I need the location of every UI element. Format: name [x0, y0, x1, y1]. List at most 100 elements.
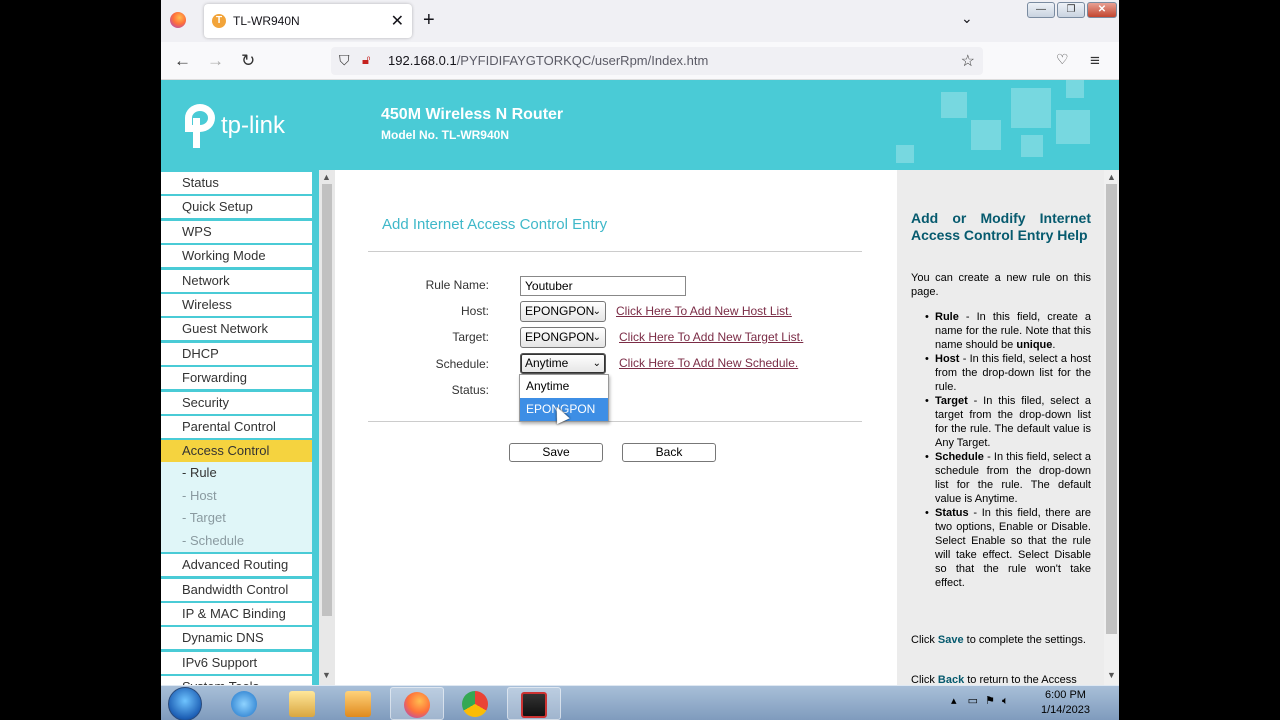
sidebar-menu: Status Quick Setup WPS Working Mode Netw…	[161, 170, 321, 685]
chevron-down-icon[interactable]: ⌄	[961, 10, 973, 27]
sidebar-subitem-schedule[interactable]: - Schedule	[161, 529, 312, 553]
scrollbar-thumb[interactable]	[322, 184, 332, 616]
status-label: Status:	[451, 383, 489, 397]
host-select[interactable]: EPONGPON ⌄	[520, 301, 606, 322]
help-item-status: Status - In this field, there are two op…	[925, 506, 1091, 590]
chevron-down-icon: ⌄	[592, 332, 601, 343]
help-list: Rule - In this field, create a name for …	[925, 310, 1091, 590]
flag-icon[interactable]: ⚑	[985, 695, 995, 707]
help-intro: You can create a new rule on this page.	[911, 272, 1091, 298]
scroll-up-icon[interactable]: ▲	[1107, 172, 1116, 182]
scrollbar-thumb[interactable]	[1106, 184, 1117, 634]
help-save-note: Click Save to complete the settings.	[911, 634, 1086, 646]
tplink-logo-icon	[183, 104, 217, 148]
forward-arrow-icon[interactable]: →	[207, 51, 224, 71]
sidebar-item-quick-setup[interactable]: Quick Setup	[161, 196, 312, 219]
insecure-lock-icon[interactable]: 🔓︎	[362, 52, 370, 68]
taskbar-media-player[interactable]	[332, 687, 386, 720]
system-tray: ▴ ▭ ⚑ 🔈︎	[951, 694, 1009, 708]
chevron-down-icon: ⌄	[592, 306, 601, 317]
close-tab-icon[interactable]: ✕	[391, 11, 404, 31]
minimize-button[interactable]: —	[1027, 2, 1055, 18]
help-item-host: Host - In this field, select a host from…	[925, 352, 1091, 394]
sidebar-item-parental-control[interactable]: Parental Control	[161, 415, 312, 438]
back-arrow-icon[interactable]: ←	[174, 51, 191, 71]
sidebar-item-guest-network[interactable]: Guest Network	[161, 318, 312, 341]
router-model: Model No. TL-WR940N	[381, 128, 509, 142]
sidebar-item-ipv6-support[interactable]: IPv6 Support	[161, 651, 312, 674]
sidebar-item-ip-mac-binding[interactable]: IP & MAC Binding	[161, 603, 312, 626]
volume-icon[interactable]: 🔈︎	[1002, 695, 1009, 707]
main-frame-scrollbar[interactable]: ▲ ▼	[319, 170, 335, 685]
target-select[interactable]: EPONGPON ⌄	[520, 327, 606, 348]
help-scrollbar[interactable]: ▲ ▼	[1104, 170, 1119, 685]
taskbar-clock[interactable]: 6:00 PM 1/14/2023	[1041, 688, 1090, 718]
sidebar-item-network[interactable]: Network	[161, 269, 312, 292]
rule-name-input[interactable]	[520, 276, 686, 296]
start-button[interactable]	[168, 687, 202, 720]
internet-explorer-icon	[231, 691, 257, 717]
show-hidden-icons-icon[interactable]: ▴	[951, 695, 957, 707]
new-tab-icon[interactable]: +	[423, 9, 435, 32]
sidebar-item-system-tools[interactable]: System Tools	[161, 676, 312, 685]
sidebar-item-wps[interactable]: WPS	[161, 220, 312, 243]
tplink-logo: tp-link	[183, 104, 285, 148]
back-button[interactable]: Back	[622, 443, 716, 462]
sidebar-item-security[interactable]: Security	[161, 391, 312, 414]
help-item-rule: Rule - In this field, create a name for …	[925, 310, 1091, 352]
sidebar-subitem-rule[interactable]: - Rule	[161, 462, 312, 485]
restore-button[interactable]: ❐	[1057, 2, 1085, 18]
browser-tab[interactable]: T TL-WR940N ✕	[204, 4, 412, 38]
shield-icon[interactable]: ⛉	[339, 52, 350, 69]
sidebar-item-advanced-routing[interactable]: Advanced Routing	[161, 554, 312, 577]
sidebar-item-dynamic-dns[interactable]: Dynamic DNS	[161, 627, 312, 650]
main-content: Add Internet Access Control Entry Rule N…	[335, 170, 897, 685]
schedule-label: Schedule:	[435, 357, 489, 371]
menu-hamburger-icon[interactable]: ≡	[1090, 51, 1100, 71]
network-icon[interactable]: ▭	[968, 695, 978, 707]
firefox-icon	[404, 692, 430, 718]
add-schedule-link[interactable]: Click Here To Add New Schedule.	[619, 356, 798, 370]
taskbar-ie[interactable]	[218, 687, 272, 720]
sidebar-item-access-control[interactable]: Access Control	[161, 440, 312, 463]
help-back-note: Click Back to return to the Access	[911, 674, 1077, 685]
sidebar-item-status[interactable]: Status	[161, 172, 312, 194]
taskbar-chrome[interactable]	[449, 687, 503, 720]
taskbar-firefox[interactable]	[390, 687, 444, 720]
sidebar-subitem-target[interactable]: - Target	[161, 507, 312, 530]
sidebar-item-wireless[interactable]: Wireless	[161, 293, 312, 316]
browser-window: T TL-WR940N ✕ + ⌄ — ❐ ✕ ← → ↻ ⛉ 🔓︎ 192.1…	[161, 0, 1119, 720]
schedule-select[interactable]: Anytime ⌄	[520, 353, 606, 374]
help-item-target: Target - In this filed, select a target …	[925, 394, 1091, 450]
router-header: tp-link 450M Wireless N Router Model No.…	[161, 80, 1119, 170]
add-host-link[interactable]: Click Here To Add New Host List.	[616, 304, 792, 318]
sidebar-subitem-host[interactable]: - Host	[161, 484, 312, 508]
add-target-link[interactable]: Click Here To Add New Target List.	[619, 330, 803, 344]
reload-icon[interactable]: ↻	[241, 51, 255, 71]
router-title: 450M Wireless N Router	[381, 106, 564, 123]
taskbar-explorer[interactable]	[276, 687, 330, 720]
firefox-view-icon[interactable]	[170, 12, 186, 28]
url-text[interactable]: 192.168.0.1/PYFIDIFAYGTORKQC/userRpm/Ind…	[388, 53, 708, 68]
bookmark-star-icon[interactable]: ☆	[961, 51, 975, 71]
scroll-down-icon[interactable]: ▼	[322, 670, 331, 680]
sidebar-item-working-mode[interactable]: Working Mode	[161, 245, 312, 268]
scroll-up-icon[interactable]: ▲	[322, 172, 331, 182]
pocket-icon[interactable]: ♡	[1056, 51, 1069, 68]
tplink-favicon-icon: T	[212, 14, 226, 28]
sidebar-item-dhcp[interactable]: DHCP	[161, 342, 312, 365]
close-window-button[interactable]: ✕	[1087, 2, 1117, 18]
host-label: Host:	[460, 304, 489, 318]
address-bar[interactable]: ⛉ 🔓︎ 192.168.0.1/PYFIDIFAYGTORKQC/userRp…	[331, 47, 983, 75]
sidebar-item-forwarding[interactable]: Forwarding	[161, 367, 312, 390]
sidebar-item-bandwidth-control[interactable]: Bandwidth Control	[161, 578, 312, 601]
scroll-down-icon[interactable]: ▼	[1107, 670, 1116, 680]
help-panel: Add or Modify Internet Access Control En…	[897, 170, 1104, 685]
tab-title: TL-WR940N	[233, 14, 300, 28]
schedule-option[interactable]: Anytime	[520, 375, 608, 398]
chrome-icon	[462, 691, 488, 717]
help-item-schedule: Schedule - In this field, select a sched…	[925, 450, 1091, 506]
save-button[interactable]: Save	[509, 443, 603, 462]
taskbar-recorder[interactable]	[507, 687, 561, 720]
divider	[368, 251, 862, 252]
